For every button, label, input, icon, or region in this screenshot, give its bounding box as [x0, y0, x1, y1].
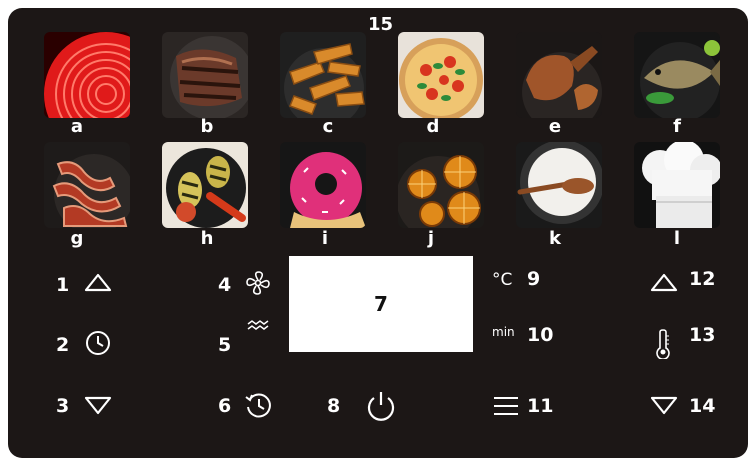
heat-waves-icon: [247, 320, 269, 330]
chef-hat-icon: [634, 142, 720, 228]
down-arrow-button[interactable]: [84, 396, 112, 416]
bacon-icon: [44, 142, 130, 228]
tile-label-f: f: [673, 116, 681, 137]
marker-15: 15: [368, 14, 394, 35]
program-tile-f[interactable]: [634, 32, 720, 118]
marker-1: 1: [56, 274, 70, 296]
program-tile-a[interactable]: [44, 32, 130, 118]
marker-12: 12: [689, 268, 716, 290]
program-tile-k[interactable]: [516, 142, 602, 228]
tile-label-g: g: [70, 228, 84, 249]
marker-4: 4: [218, 274, 232, 296]
thermometer-icon: [656, 329, 670, 359]
marker-8: 8: [327, 395, 341, 417]
program-tile-l[interactable]: [634, 142, 720, 228]
tile-label-j: j: [427, 228, 435, 249]
triangle-up-icon: [650, 273, 678, 292]
tile-label-d: d: [426, 116, 440, 137]
grilled-vegetables-icon: [162, 142, 248, 228]
tile-label-e: e: [548, 116, 562, 137]
temp-up-button[interactable]: [650, 272, 678, 292]
program-tile-e[interactable]: [516, 32, 602, 118]
program-tile-h[interactable]: [162, 142, 248, 228]
clock-icon: [86, 331, 110, 355]
program-tile-i[interactable]: [280, 142, 366, 228]
pizza-icon: [398, 32, 484, 118]
minutes-unit: min: [492, 325, 515, 339]
fan-icon: [246, 271, 270, 295]
timer-button[interactable]: [85, 330, 111, 356]
program-tile-j[interactable]: [398, 142, 484, 228]
program-tile-b[interactable]: [162, 32, 248, 118]
celsius-unit: °C: [492, 270, 513, 290]
tile-label-i: i: [321, 228, 329, 249]
marker-9: 9: [527, 268, 541, 290]
program-tile-c[interactable]: [280, 32, 366, 118]
marker-3: 3: [56, 395, 70, 417]
temp-down-button[interactable]: [650, 396, 678, 416]
triangle-down-icon: [650, 396, 678, 415]
triangle-down-icon: [84, 396, 112, 415]
fan-button[interactable]: [245, 270, 271, 296]
tile-label-b: b: [200, 116, 214, 137]
yogurt-icon: [516, 142, 602, 228]
menu-icon: [494, 397, 518, 415]
temperature-button[interactable]: [655, 329, 671, 359]
marker-2: 2: [56, 334, 70, 356]
potato-wedges-icon: [280, 32, 366, 118]
tile-label-h: h: [200, 228, 214, 249]
hotplate-icon: [44, 32, 130, 118]
steak-icon: [162, 32, 248, 118]
tile-label-k: k: [549, 228, 561, 249]
heat-mode-button[interactable]: [247, 318, 269, 334]
power-icon: [367, 392, 395, 421]
tile-label-a: a: [70, 116, 84, 137]
marker-13: 13: [689, 324, 716, 346]
roast-chicken-icon: [516, 32, 602, 118]
tile-label-l: l: [673, 228, 681, 249]
marker-7: 7: [374, 292, 388, 316]
display-screen: 7: [289, 256, 473, 352]
menu-button[interactable]: [493, 395, 519, 417]
power-button[interactable]: [365, 389, 397, 423]
marker-5: 5: [218, 334, 232, 356]
marker-6: 6: [218, 395, 232, 417]
tile-label-c: c: [322, 116, 334, 137]
marker-14: 14: [689, 395, 716, 417]
delay-start-button[interactable]: [244, 391, 272, 419]
donut-icon: [280, 142, 366, 228]
history-clock-icon: [245, 393, 271, 418]
up-arrow-button[interactable]: [84, 272, 112, 292]
triangle-up-icon: [84, 273, 112, 292]
program-tile-g[interactable]: [44, 142, 130, 228]
marker-10: 10: [527, 324, 554, 346]
fish-icon: [634, 32, 720, 118]
program-tile-d[interactable]: [398, 32, 484, 118]
marker-11: 11: [527, 395, 554, 417]
dried-orange-icon: [398, 142, 484, 228]
